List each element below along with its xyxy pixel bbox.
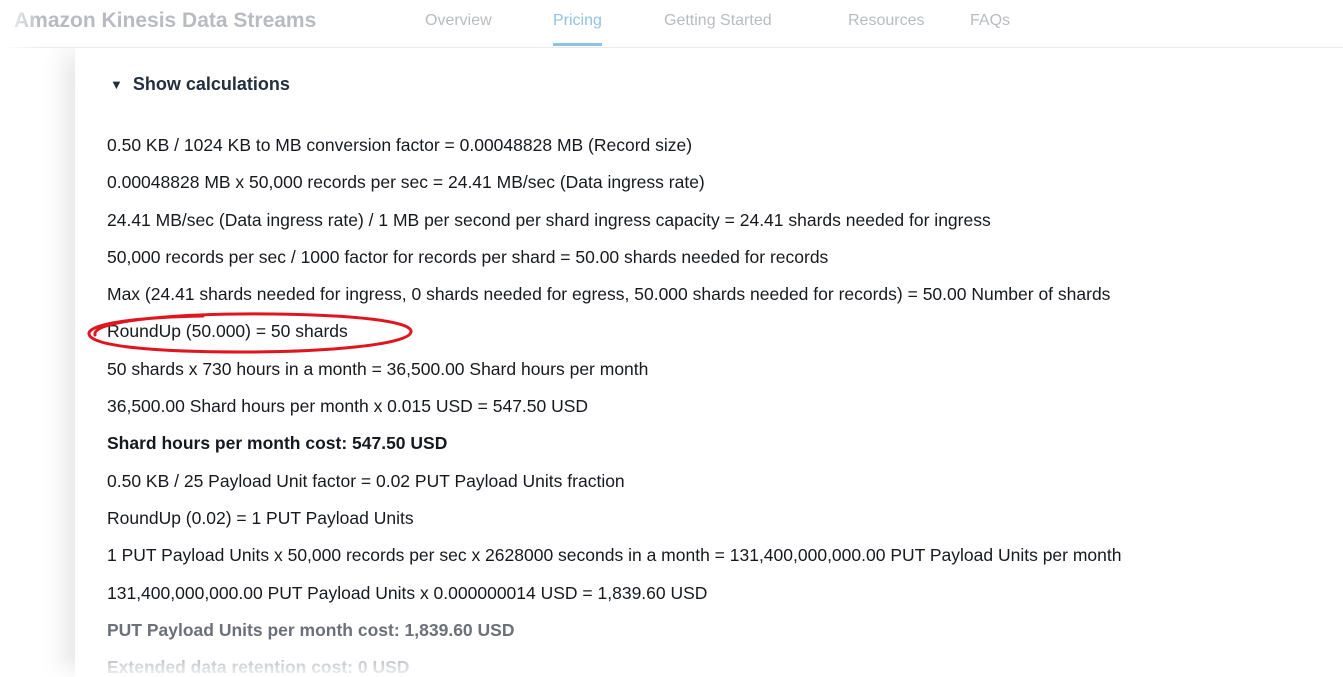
calc-line-shard-hours-cost: Shard hours per month cost: 547.50 USD bbox=[107, 433, 448, 454]
show-calculations-label: Show calculations bbox=[132, 74, 290, 94]
tab-overview[interactable]: Overview bbox=[425, 12, 492, 30]
tab-pricing[interactable]: Pricing bbox=[553, 12, 602, 46]
calc-line-ingress-shards: 24.41 MB/sec (Data ingress rate) / 1 MB … bbox=[107, 209, 991, 230]
calc-line-roundup-payload: RoundUp (0.02) = 1 PUT Payload Units bbox=[107, 507, 414, 528]
tab-resources[interactable]: Resources bbox=[848, 12, 924, 30]
calc-line-payload-cost-calc: 131,400,000,000.00 PUT Payload Units x 0… bbox=[107, 582, 708, 603]
calc-line-payload-units-month: 1 PUT Payload Units x 50,000 records per… bbox=[107, 545, 1122, 566]
brand-title[interactable]: Amazon Kinesis Data Streams bbox=[14, 9, 316, 33]
calc-line-max-shards: Max (24.41 shards needed for ingress, 0 … bbox=[107, 284, 1111, 305]
top-navigation: Amazon Kinesis Data Streams Overview Pri… bbox=[0, 0, 1343, 48]
pricing-page: Amazon Kinesis Data Streams Overview Pri… bbox=[0, 0, 1343, 677]
calc-line-payload-cost: PUT Payload Units per month cost: 1,839.… bbox=[107, 619, 515, 640]
calc-line-retention-cost: Extended data retention cost: 0 USD bbox=[107, 657, 410, 677]
calc-line-record-shards: 50,000 records per sec / 1000 factor for… bbox=[107, 246, 829, 267]
caret-down-icon: ▼ bbox=[110, 77, 123, 92]
tab-getting-started[interactable]: Getting Started bbox=[664, 12, 772, 30]
calculation-list: 0.50 KB / 1024 KB to MB conversion facto… bbox=[107, 129, 1343, 677]
calc-line-payload-fraction: 0.50 KB / 25 Payload Unit factor = 0.02 … bbox=[107, 470, 625, 491]
calc-line-shard-hours: 50 shards x 730 hours in a month = 36,50… bbox=[107, 358, 649, 379]
calc-line-record-size: 0.50 KB / 1024 KB to MB conversion facto… bbox=[107, 135, 693, 155]
calc-line-shard-hours-cost-calc: 36,500.00 Shard hours per month x 0.015 … bbox=[107, 396, 589, 417]
tab-faqs[interactable]: FAQs bbox=[970, 12, 1010, 30]
show-calculations-toggle[interactable]: ▼ Show calculations bbox=[110, 74, 290, 95]
calc-line-ingress-rate: 0.00048828 MB x 50,000 records per sec =… bbox=[107, 172, 705, 193]
calc-line-roundup-shards: RoundUp (50.000) = 50 shards bbox=[107, 321, 348, 342]
